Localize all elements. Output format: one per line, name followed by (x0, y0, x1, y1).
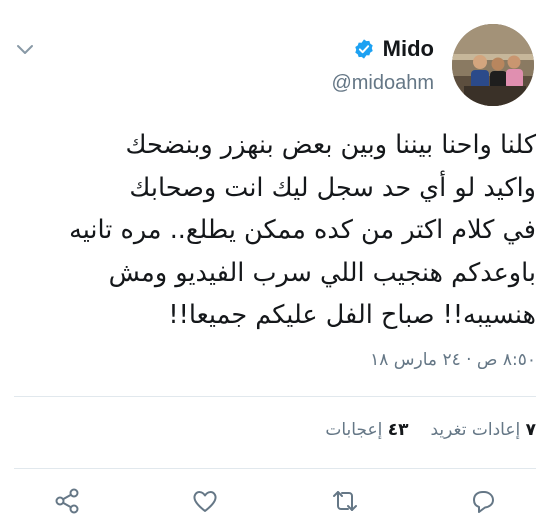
chevron-down-icon[interactable] (14, 38, 36, 60)
tweet-header: Mido @midoahm (0, 0, 550, 120)
retweets-stat[interactable]: ٧ إعادات تغريد (430, 420, 536, 440)
tweet-text: كلنا واحنا بيننا وبين بعض بنهزر وبنضحك و… (14, 124, 536, 337)
engagement-stats: ٧ إعادات تغريد ٤٣ إعجابات (325, 420, 536, 440)
user-handle[interactable]: @midoahm (331, 72, 434, 95)
reply-icon[interactable] (468, 486, 498, 516)
display-name[interactable]: Mido (383, 36, 434, 62)
likes-count: ٤٣ (387, 420, 409, 440)
likes-stat[interactable]: ٤٣ إعجابات (325, 420, 408, 440)
share-icon[interactable] (52, 486, 82, 516)
tweet-text-line: كلنا واحنا بيننا وبين بعض بنهزر وبنضحك (125, 130, 536, 160)
retweets-count: ٧ (525, 420, 536, 440)
divider (14, 468, 536, 469)
tweet-text-line: هنسيبه!! صباح الفل عليكم جميعا!! (168, 300, 536, 330)
likes-label: إعجابات (325, 420, 383, 440)
verified-badge-icon (353, 38, 375, 60)
divider (14, 396, 536, 397)
tweet-text-line: في كلام اكتر من كده ممكن يطلع.. مره تاني… (69, 215, 536, 245)
author-name-row[interactable]: Mido (353, 36, 434, 62)
retweet-icon[interactable] (330, 486, 360, 516)
tweet-text-line: باوعدكم هنجيب اللي سرب الفيديو ومش (108, 257, 536, 288)
tweet-timestamp[interactable]: ٨:٥٠ ص · ٢٤ مارس ١٨ (370, 350, 536, 370)
tweet-actions (0, 478, 550, 524)
avatar[interactable] (452, 24, 534, 106)
heart-icon[interactable] (190, 486, 220, 516)
retweets-label: إعادات تغريد (430, 420, 521, 440)
tweet-text-line: واكيد لو أي حد سجل ليك انت وصحابك (129, 172, 536, 203)
